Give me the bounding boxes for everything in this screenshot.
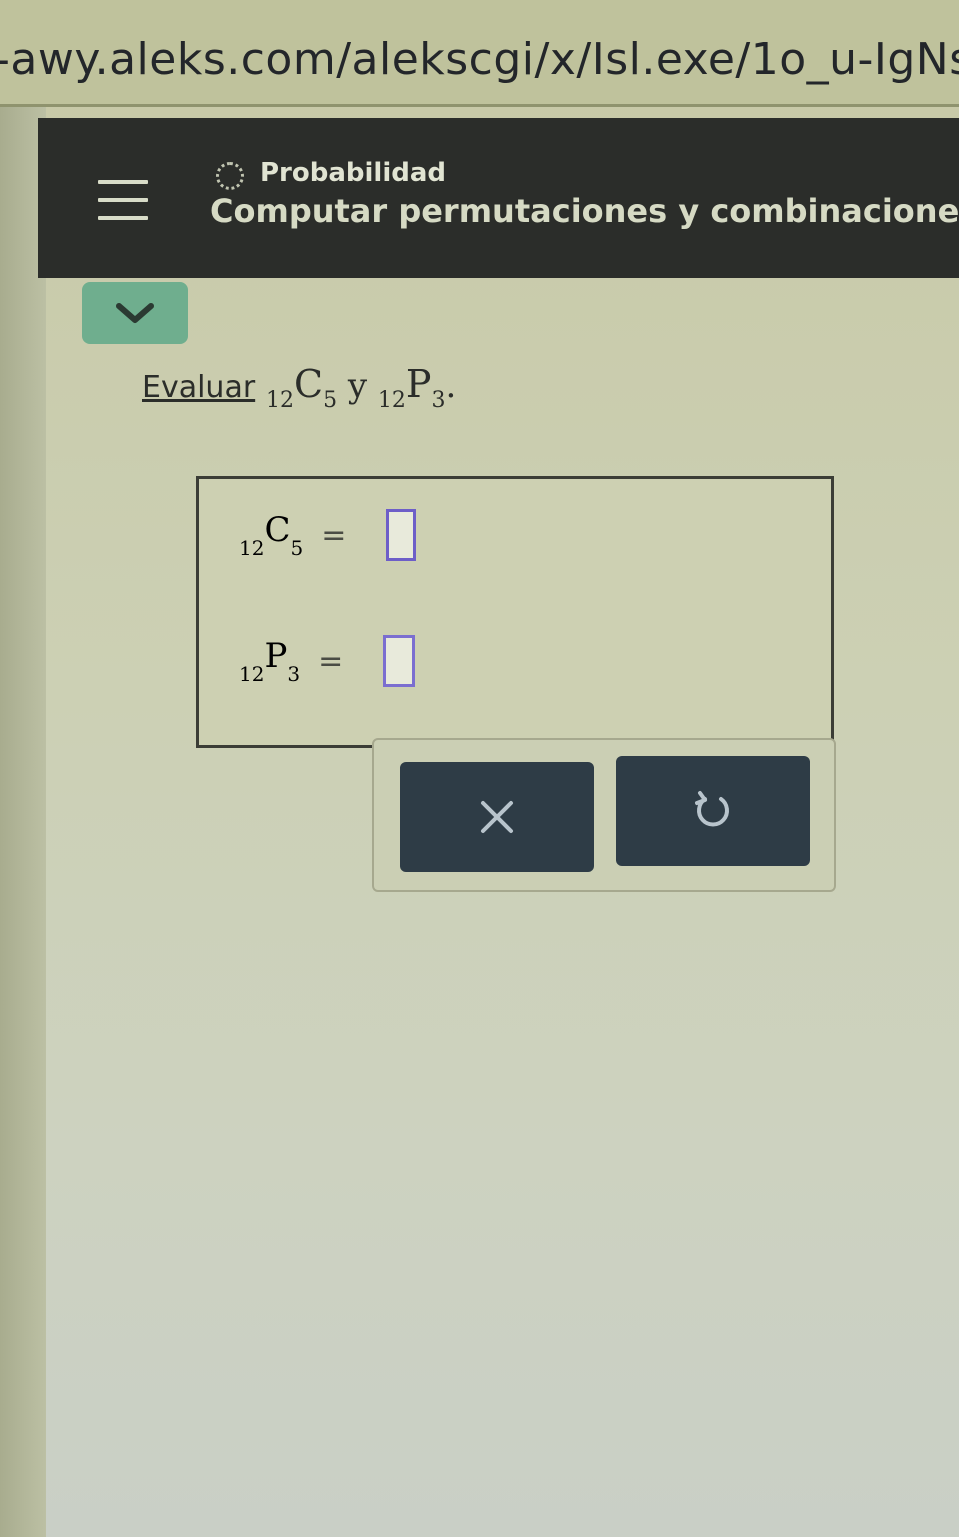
url-text[interactable]: -awy.aleks.com/alekscgi/x/Isl.exe/1o_u-I… [0, 34, 959, 85]
equals-sign: = [318, 643, 344, 679]
question-prompt: Evaluar 12C5 y 12P3. [142, 362, 456, 413]
left-edge-shadow [0, 100, 46, 1537]
evaluate-link[interactable]: Evaluar [142, 370, 255, 405]
undo-icon [695, 791, 729, 827]
dotted-circle-icon [216, 162, 244, 190]
combination-answer-row: 12C5 = [239, 509, 417, 561]
x-icon [481, 801, 513, 833]
chevron-down-icon [116, 303, 154, 323]
subject-title: Probabilidad [260, 158, 447, 188]
topic-title: Computar permutaciones y combinaciones [210, 192, 959, 230]
period: . [445, 366, 457, 406]
action-button-panel [372, 738, 836, 892]
combination-input[interactable] [386, 509, 417, 561]
permutation-label: 12P3 [239, 636, 301, 686]
equals-sign: = [321, 517, 347, 553]
clear-button[interactable] [400, 762, 594, 872]
permutation-expression: 12P3 [377, 362, 446, 413]
combination-label: 12C5 [239, 510, 304, 560]
permutation-answer-row: 12P3 = [239, 635, 416, 687]
collapse-button[interactable] [82, 282, 188, 344]
hamburger-menu-icon[interactable] [98, 180, 148, 220]
answer-panel: 12C5 = 12P3 = [196, 476, 834, 748]
browser-address-bar[interactable]: -awy.aleks.com/alekscgi/x/Isl.exe/1o_u-I… [0, 0, 959, 107]
topic-header: Probabilidad Computar permutaciones y co… [38, 118, 959, 278]
undo-button[interactable] [616, 756, 810, 866]
combination-expression: 12C5 [265, 362, 338, 413]
conjunction: y [347, 366, 368, 406]
permutation-input[interactable] [383, 635, 416, 687]
